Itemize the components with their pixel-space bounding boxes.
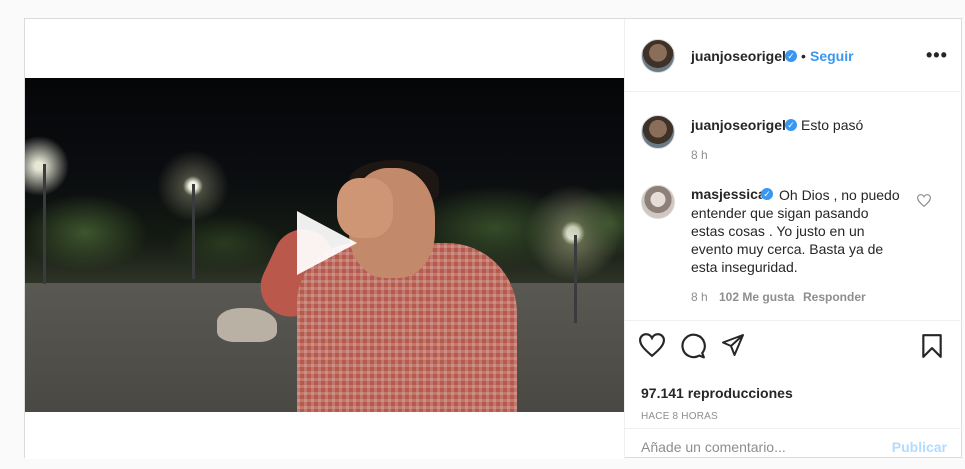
verified-badge-icon: ✓	[785, 50, 797, 62]
more-options-icon[interactable]: •••	[926, 45, 948, 66]
commenter-avatar[interactable]	[641, 185, 675, 219]
comment-like-heart-icon[interactable]	[917, 194, 931, 207]
caption-avatar[interactable]	[641, 115, 675, 149]
comment-likes-count[interactable]: 102 Me gusta	[719, 290, 794, 304]
post-timestamp[interactable]: HACE 8 HORAS	[641, 411, 718, 422]
video-player[interactable]	[25, 78, 624, 412]
post-actions: 97.141 reproducciones HACE 8 HORAS Añade…	[625, 320, 963, 460]
reply-button[interactable]: Responder	[803, 290, 866, 304]
post-header: juanjoseorigel ✓ • Seguir •••	[625, 19, 963, 92]
comment-bubble-icon[interactable]	[680, 333, 706, 359]
caption-username[interactable]: juanjoseorigel	[691, 117, 786, 133]
heart-icon[interactable]	[639, 333, 665, 357]
verified-badge-icon: ✓	[785, 119, 797, 131]
play-icon[interactable]	[297, 211, 357, 275]
comment-timestamp[interactable]: 8 h	[691, 290, 708, 304]
separator-dot: •	[801, 48, 806, 64]
author-avatar[interactable]	[641, 39, 675, 73]
publish-button[interactable]: Publicar	[892, 439, 947, 455]
post-media	[25, 19, 624, 459]
add-comment-input[interactable]: Añade un comentario...	[641, 439, 786, 455]
caption-timestamp[interactable]: 8 h	[691, 148, 708, 162]
bookmark-icon[interactable]	[921, 333, 943, 359]
caption-text: Esto pasó	[801, 117, 864, 133]
post-side-panel: juanjoseorigel ✓ • Seguir ••• juanjoseor…	[624, 19, 964, 459]
lamp-post	[574, 235, 577, 323]
view-count[interactable]: 97.141 reproducciones	[641, 385, 793, 401]
lamp-post	[192, 184, 195, 279]
author-username[interactable]: juanjoseorigel	[691, 48, 786, 64]
lamp-post	[43, 164, 46, 284]
add-comment-bar: Añade un comentario... Publicar	[625, 428, 963, 469]
paper-plane-icon[interactable]	[721, 333, 745, 357]
follow-button[interactable]: Seguir	[810, 48, 854, 64]
comment-text: Oh Dios , no puedo entender que sigan pa…	[691, 187, 900, 275]
video-person	[250, 160, 537, 412]
post-card: juanjoseorigel ✓ • Seguir ••• juanjoseor…	[24, 18, 964, 459]
